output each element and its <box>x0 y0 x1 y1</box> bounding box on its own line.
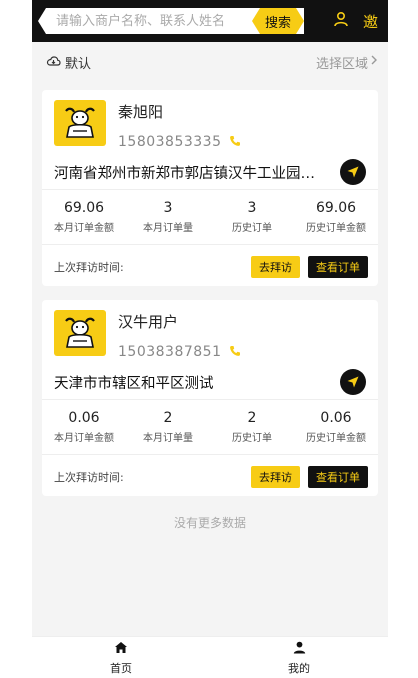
phone-icon[interactable] <box>229 342 241 361</box>
visit-row: 上次拜访时间: 去拜访 查看订单 <box>42 455 378 499</box>
home-icon <box>114 639 128 658</box>
invite-label[interactable]: 邀 <box>363 11 378 32</box>
visit-button[interactable]: 去拜访 <box>251 466 300 488</box>
view-orders-button[interactable]: 查看订单 <box>308 466 368 488</box>
stat-label: 本月订单金额 <box>54 433 114 444</box>
stat-value: 69.06 <box>315 200 357 216</box>
select-region-button[interactable]: 选择区域 <box>316 53 378 72</box>
navigation-arrow-icon <box>347 166 359 178</box>
cloud-icon <box>46 54 61 71</box>
no-more-data: 没有更多数据 <box>173 516 246 530</box>
stat-history-count: 2 历史订单 <box>210 410 294 444</box>
merchant-header: 汉牛用户 15038387851 <box>42 300 378 361</box>
merchant-address: 天津市市辖区和平区测试 <box>54 375 214 392</box>
user-icon <box>293 639 306 658</box>
tab-label: 首页 <box>110 662 132 675</box>
stat-history-amount: 0.06 历史订单金额 <box>294 410 378 444</box>
view-orders-button[interactable]: 查看订单 <box>308 256 368 278</box>
stat-label: 历史订单金额 <box>306 433 366 444</box>
stat-value: 69.06 <box>63 200 105 216</box>
phone-row: 15803853335 <box>118 132 241 151</box>
bottom-tab-bar: 首页 我的 <box>32 636 388 678</box>
merchant-address: 河南省郑州市新郑市郭店镇汉牛工业园区测试地址 <box>54 165 324 182</box>
default-sort[interactable]: 默认 <box>46 53 91 72</box>
stat-month-count: 3 本月订单量 <box>126 200 210 234</box>
stats-row: 0.06 本月订单金额 2 本月订单量 2 历史订单 0.06 历史订单金额 <box>42 400 378 454</box>
address-row: 河南省郑州市新郑市郭店镇汉牛工业园区测试地址 <box>42 155 378 189</box>
stat-label: 历史订单金额 <box>306 223 366 234</box>
phone-row: 15038387851 <box>118 342 241 361</box>
last-visit-label: 上次拜访时间: <box>54 261 124 274</box>
merchant-logo-bull-icon <box>54 100 106 146</box>
stat-label: 本月订单金额 <box>54 223 114 234</box>
merchant-info: 秦旭阳 15803853335 <box>118 100 241 151</box>
navigation-button[interactable] <box>340 159 366 185</box>
stat-value: 2 <box>247 410 257 426</box>
merchant-name: 秦旭阳 <box>118 103 164 121</box>
invite-area[interactable]: 邀 <box>333 0 378 42</box>
stat-history-count: 3 历史订单 <box>210 200 294 234</box>
merchant-name: 汉牛用户 <box>118 313 179 331</box>
merchant-info: 汉牛用户 15038387851 <box>118 310 241 361</box>
visit-button[interactable]: 去拜访 <box>251 256 300 278</box>
merchant-phone[interactable]: 15038387851 <box>118 344 221 360</box>
card-actions: 去拜访 查看订单 <box>251 256 368 278</box>
stat-value: 0.06 <box>68 410 100 426</box>
tab-mine[interactable]: 我的 <box>210 637 388 678</box>
merchant-card: 汉牛用户 15038387851 天津市市辖区和平区测试 0.06 本月订单金额… <box>42 300 378 496</box>
merchant-logo-bull-icon <box>54 310 106 356</box>
stat-month-count: 2 本月订单量 <box>126 410 210 444</box>
region-row: 默认 选择区域 <box>32 42 388 82</box>
stat-value: 3 <box>163 200 173 216</box>
merchant-card: 秦旭阳 15803853335 河南省郑州市新郑市郭店镇汉牛工业园区测试地址 <box>42 90 378 286</box>
stat-value: 2 <box>163 410 173 426</box>
merchant-phone[interactable]: 15803853335 <box>118 134 221 150</box>
select-region-label: 选择区域 <box>315 56 368 72</box>
navigation-button[interactable] <box>340 369 366 395</box>
visit-row: 上次拜访时间: 去拜访 查看订单 <box>42 245 378 289</box>
stat-month-amount: 69.06 本月订单金额 <box>42 200 126 234</box>
stat-label: 历史订单 <box>232 223 272 234</box>
stat-history-amount: 69.06 历史订单金额 <box>294 200 378 234</box>
stat-label: 本月订单量 <box>143 223 193 234</box>
default-label: 默认 <box>65 56 92 72</box>
tab-label: 我的 <box>288 662 310 675</box>
card-actions: 去拜访 查看订单 <box>251 466 368 488</box>
stat-value: 0.06 <box>320 410 352 426</box>
last-visit-label: 上次拜访时间: <box>54 471 124 484</box>
navigation-arrow-icon <box>347 376 359 388</box>
tab-home[interactable]: 首页 <box>32 637 210 678</box>
search-button[interactable]: 搜索 <box>252 8 304 34</box>
app-screen: 搜索 邀 默认 选择区域 <box>32 0 388 678</box>
stats-row: 69.06 本月订单金额 3 本月订单量 3 历史订单 69.06 历史订单金额 <box>42 190 378 244</box>
stat-label: 本月订单量 <box>143 433 193 444</box>
stat-month-amount: 0.06 本月订单金额 <box>42 410 126 444</box>
merchant-header: 秦旭阳 15803853335 <box>42 90 378 151</box>
stat-value: 3 <box>247 200 257 216</box>
search-box: 搜索 <box>38 8 304 34</box>
top-bar: 搜索 邀 <box>32 0 388 42</box>
phone-icon[interactable] <box>229 132 241 151</box>
address-row: 天津市市辖区和平区测试 <box>42 365 378 399</box>
stat-label: 历史订单 <box>232 433 272 444</box>
user-outline-icon <box>333 11 349 31</box>
chevron-right-icon <box>370 54 378 70</box>
